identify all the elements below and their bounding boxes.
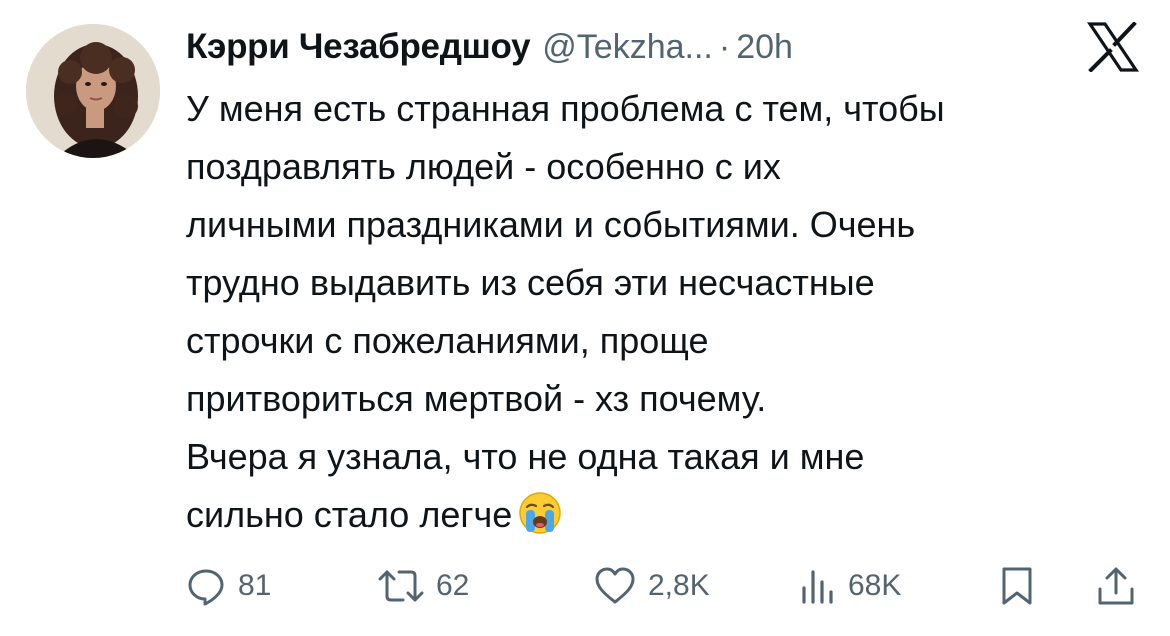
views-count: 68K bbox=[848, 569, 902, 602]
like-count: 2,8K bbox=[648, 569, 710, 602]
heart-icon bbox=[594, 566, 636, 606]
tweet-text-last-line: сильно стало легче bbox=[186, 486, 1146, 544]
bookmark-button[interactable] bbox=[1000, 560, 1034, 612]
tweet-text-line: сильно стало легче bbox=[186, 494, 513, 535]
reply-button[interactable]: 81 bbox=[186, 560, 271, 612]
tweet-card[interactable]: Кэрри Чезабредшоу @Tekzha... · 20h У мен… bbox=[0, 0, 1170, 636]
tweet-text-line: Вчера я узнала, что не одна такая и мне bbox=[186, 436, 865, 477]
tweet-header: Кэрри Чезабредшоу @Tekzha... · 20h bbox=[186, 22, 793, 72]
timestamp[interactable]: 20h bbox=[736, 28, 793, 67]
bookmark-icon bbox=[1000, 565, 1034, 607]
reply-icon bbox=[186, 566, 226, 606]
tweet-text-line: притвориться мертвой - хз почему. bbox=[186, 378, 767, 419]
repost-button[interactable]: 62 bbox=[378, 560, 469, 612]
user-handle[interactable]: @Tekzha... bbox=[542, 28, 713, 67]
views-button[interactable]: 68K bbox=[800, 560, 901, 612]
action-bar: 81 62 2,8K 68K bbox=[186, 560, 1146, 612]
display-name[interactable]: Кэрри Чезабредшоу bbox=[186, 27, 531, 67]
repost-icon bbox=[378, 566, 424, 606]
like-button[interactable]: 2,8K bbox=[594, 560, 710, 612]
tweet-text-line: строчки с пожеланиями, проще bbox=[186, 320, 709, 361]
repost-count: 62 bbox=[436, 569, 470, 602]
avatar[interactable] bbox=[26, 24, 160, 158]
separator-dot: · bbox=[718, 27, 731, 66]
tweet-text-line: поздравлять людей - особенно с их bbox=[186, 146, 781, 187]
tweet-text-line: У меня есть странная проблема с тем, что… bbox=[186, 88, 945, 129]
avatar-image bbox=[26, 24, 160, 158]
share-button[interactable] bbox=[1096, 560, 1136, 612]
tweet-text-line: личными праздниками и событиями. Очень bbox=[186, 204, 916, 245]
share-icon bbox=[1096, 565, 1136, 607]
reply-count: 81 bbox=[238, 569, 272, 602]
x-logo-icon bbox=[1086, 21, 1140, 73]
tweet-text-line: трудно выдавить из себя эти несчастные bbox=[186, 262, 875, 303]
views-icon bbox=[800, 566, 836, 606]
loudly-crying-face-icon bbox=[518, 491, 562, 535]
tweet-text: У меня есть странная проблема с тем, что… bbox=[186, 80, 1146, 544]
